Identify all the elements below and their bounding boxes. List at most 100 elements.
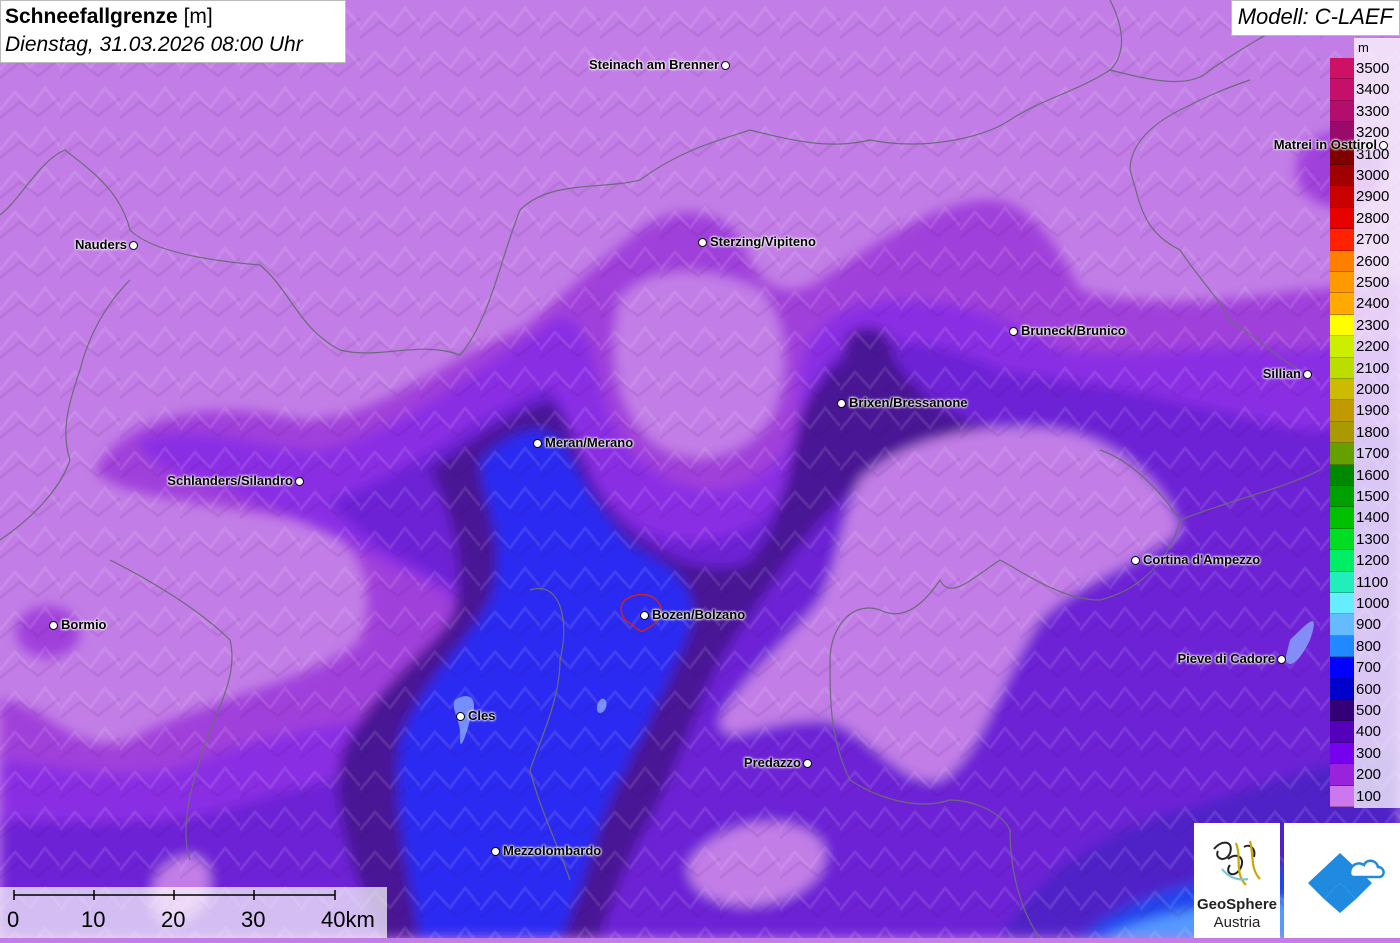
- app-logo[interactable]: [1284, 823, 1400, 938]
- city-marker[interactable]: [640, 611, 649, 620]
- legend-label: 3500: [1356, 60, 1390, 77]
- legend-row: 1200: [1330, 550, 1400, 572]
- city-label[interactable]: Steinach am Brenner: [589, 57, 719, 72]
- city-marker[interactable]: [698, 238, 707, 247]
- logo-line-2: Austria: [1213, 914, 1261, 931]
- terrain-relief: [0, 0, 1400, 938]
- city-label[interactable]: Cles: [468, 708, 495, 723]
- city-label[interactable]: Cortina d'Ampezzo: [1143, 552, 1260, 567]
- city-label[interactable]: Sterzing/Vipiteno: [710, 234, 816, 249]
- legend-swatch: [1330, 229, 1354, 251]
- legend-row: 2300: [1330, 314, 1400, 337]
- legend-swatch: [1330, 165, 1354, 187]
- city-label[interactable]: Bormio: [61, 617, 107, 632]
- legend-label: 200: [1356, 766, 1382, 784]
- legend-swatch: [1330, 635, 1354, 658]
- legend-swatch: [1330, 379, 1354, 401]
- scale-bar: 0 10 20 30 40km: [0, 887, 387, 938]
- scale-tick-20: 20: [161, 907, 186, 932]
- legend-row: 3500: [1330, 58, 1400, 80]
- legend-swatch: [1330, 764, 1354, 786]
- city-marker[interactable]: [295, 477, 304, 486]
- city-marker[interactable]: [1131, 556, 1140, 565]
- city-marker[interactable]: [721, 61, 730, 70]
- city-marker[interactable]: [1277, 655, 1286, 664]
- map-title-text: Schneefallgrenze: [5, 5, 178, 28]
- legend-label: 2300: [1356, 316, 1390, 334]
- legend-label: 100: [1356, 787, 1382, 805]
- scale-tick-40: 40km: [321, 907, 375, 932]
- legend-label: 3000: [1356, 167, 1390, 184]
- legend-swatch: [1330, 357, 1354, 379]
- city-marker[interactable]: [1009, 327, 1018, 336]
- legend-row: 1100: [1330, 571, 1400, 593]
- city-label[interactable]: Bruneck/Brunico: [1021, 323, 1126, 338]
- legend-row: 2100: [1330, 357, 1400, 379]
- legend-row: 2500: [1330, 272, 1400, 294]
- scale-tick-10: 10: [81, 907, 106, 932]
- legend-row: 1800: [1330, 421, 1400, 444]
- legend-row: 1400: [1330, 507, 1400, 529]
- legend-label: 2500: [1356, 274, 1390, 291]
- city-label[interactable]: Nauders: [75, 237, 127, 252]
- legend-swatch: [1330, 272, 1354, 294]
- legend-label: 1000: [1356, 595, 1390, 612]
- legend-swatch: [1330, 336, 1354, 358]
- map-datetime: Dienstag, 31.03.2026 08:00 Uhr: [5, 33, 303, 56]
- city-label[interactable]: Brixen/Bressanone: [849, 395, 968, 410]
- legend-row: 1900: [1330, 400, 1400, 422]
- legend-swatch: [1330, 293, 1354, 315]
- city-marker[interactable]: [456, 712, 465, 721]
- legend-label: 800: [1356, 637, 1382, 655]
- city-label[interactable]: Mezzolombardo: [503, 843, 601, 858]
- city-label[interactable]: Bozen/Bolzano: [652, 607, 745, 622]
- legend-swatch: [1330, 58, 1354, 80]
- city-marker[interactable]: [533, 439, 542, 448]
- legend-row: 500: [1330, 700, 1400, 722]
- legend-swatch: [1330, 314, 1354, 337]
- legend-label: 3300: [1356, 102, 1390, 120]
- geosphere-logo[interactable]: GeoSphere Austria: [1194, 823, 1280, 938]
- legend-swatch: [1330, 528, 1354, 551]
- legend-label: 2200: [1356, 338, 1390, 356]
- legend-row: 2700: [1330, 229, 1400, 251]
- legend-swatch: [1330, 207, 1354, 230]
- city-marker[interactable]: [803, 759, 812, 768]
- legend-label: 2900: [1356, 188, 1390, 206]
- legend-swatch: [1330, 250, 1354, 272]
- legend-row: 1700: [1330, 443, 1400, 465]
- city-label[interactable]: Schlanders/Silandro: [167, 473, 293, 488]
- snowfall-line-map[interactable]: [0, 0, 1400, 938]
- legend-label: 1400: [1356, 509, 1390, 527]
- city-label[interactable]: Meran/Merano: [545, 435, 633, 450]
- legend-label: 1900: [1356, 402, 1390, 420]
- model-label: Modell: C-LAEF: [1230, 0, 1400, 36]
- color-legend: m 3500 3400 3300 3200 3100 3000 2900 2800 2700 26…: [1330, 38, 1400, 808]
- legend-swatch: [1330, 678, 1354, 700]
- city-marker[interactable]: [129, 241, 138, 250]
- city-label[interactable]: Sillian: [1263, 366, 1301, 381]
- city-label[interactable]: Pieve di Cadore: [1177, 651, 1275, 666]
- legend-swatch: [1330, 785, 1354, 807]
- legend-row: 700: [1330, 657, 1400, 679]
- city-marker[interactable]: [491, 847, 500, 856]
- legend-label: 1800: [1356, 423, 1390, 441]
- city-label[interactable]: Matrei in Osttirol: [1274, 137, 1377, 152]
- legend-swatch: [1330, 443, 1354, 465]
- legend-row: 300: [1330, 742, 1400, 765]
- legend-swatch: [1330, 400, 1354, 422]
- legend-swatch: [1330, 700, 1354, 722]
- city-marker[interactable]: [837, 399, 846, 408]
- legend-row: 900: [1330, 614, 1400, 636]
- city-label[interactable]: Predazzo: [744, 755, 801, 770]
- city-marker[interactable]: [49, 621, 58, 630]
- title-panel: Schneefallgrenze [m] Dienstag, 31.03.202…: [0, 0, 346, 63]
- legend-swatch: [1330, 571, 1354, 593]
- legend-row: 1300: [1330, 528, 1400, 551]
- legend-label: 2100: [1356, 359, 1390, 377]
- city-marker[interactable]: [1303, 370, 1312, 379]
- city-marker[interactable]: [1379, 141, 1388, 150]
- legend-row: 2000: [1330, 379, 1400, 401]
- legend-swatch: [1330, 100, 1354, 123]
- legend-row: 3300: [1330, 100, 1400, 123]
